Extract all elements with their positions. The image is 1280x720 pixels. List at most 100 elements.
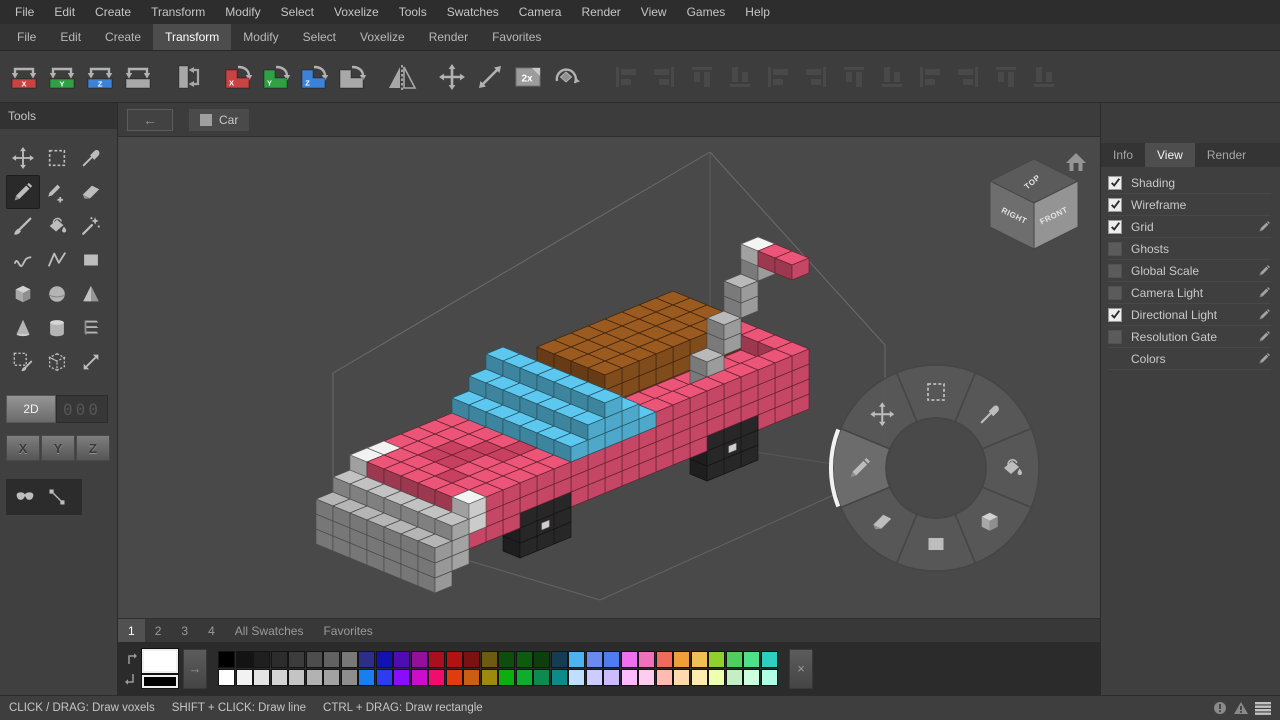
nav-cube[interactable]: TOPRIGHTFRONT [990, 159, 1078, 249]
tool-resize[interactable] [74, 345, 108, 379]
swatch-cell[interactable] [376, 669, 393, 686]
swatch-cell[interactable] [376, 651, 393, 668]
swatch-cell[interactable] [446, 651, 463, 668]
axis-y-button[interactable]: Y [41, 435, 75, 461]
swatch-cell[interactable] [726, 669, 743, 686]
camera-light-checkbox[interactable] [1108, 286, 1122, 300]
mirror-free-button[interactable] [119, 59, 157, 95]
swatch-cell[interactable] [481, 651, 498, 668]
submenu-create[interactable]: Create [93, 24, 153, 50]
submenu-select[interactable]: Select [291, 24, 348, 50]
menu-file[interactable]: File [5, 0, 44, 24]
menu-help[interactable]: Help [735, 0, 780, 24]
remove-swatch-button[interactable]: × [789, 649, 813, 689]
offset-button[interactable] [471, 59, 509, 95]
swatch-cell[interactable] [551, 669, 568, 686]
tool-box[interactable] [6, 277, 40, 311]
swatch-cell[interactable] [271, 669, 288, 686]
axis-z-button[interactable]: Z [76, 435, 110, 461]
menu-swatches[interactable]: Swatches [437, 0, 509, 24]
submenu-modify[interactable]: Modify [231, 24, 290, 50]
global-scale-checkbox[interactable] [1108, 264, 1122, 278]
shading-checkbox[interactable] [1108, 176, 1122, 190]
swatch-cell[interactable] [586, 651, 603, 668]
flip-button[interactable] [169, 59, 207, 95]
swatch-cell[interactable] [288, 651, 305, 668]
tool-cone[interactable] [6, 311, 40, 345]
swatch-cell[interactable] [218, 651, 235, 668]
log-icon[interactable] [1255, 702, 1271, 715]
swatch-cell[interactable] [533, 669, 550, 686]
swatch-cell[interactable] [568, 669, 585, 686]
rotate-y-button[interactable]: Y [257, 59, 295, 95]
swatch-tab-2[interactable]: 2 [145, 619, 172, 643]
ghosts-checkbox[interactable] [1108, 242, 1122, 256]
home-view-icon[interactable] [1066, 153, 1086, 171]
swatch-cell[interactable] [236, 669, 253, 686]
scale-2x-button[interactable]: 2x [509, 59, 547, 95]
swatch-cell[interactable] [218, 669, 235, 686]
edit-pencil-icon[interactable] [1258, 308, 1271, 321]
swatch-cell[interactable] [253, 669, 270, 686]
mode-2d-button[interactable]: 2D [6, 395, 56, 423]
swatch-cell[interactable] [673, 669, 690, 686]
foreground-color-swatch[interactable] [142, 649, 178, 673]
swatch-tab-1[interactable]: 1 [118, 619, 145, 643]
swatch-cell[interactable] [568, 651, 585, 668]
menu-modify[interactable]: Modify [215, 0, 270, 24]
document-tab-car[interactable]: Car [189, 109, 249, 131]
axis-x-button[interactable]: X [6, 435, 40, 461]
swatch-cell[interactable] [691, 669, 708, 686]
swatch-cell[interactable] [271, 651, 288, 668]
swatch-cell[interactable] [428, 669, 445, 686]
swatch-cell[interactable] [656, 651, 673, 668]
tool-select[interactable] [40, 141, 74, 175]
voxel-scene[interactable]: TOPRIGHTFRONT [118, 137, 1100, 618]
menu-select[interactable]: Select [271, 0, 324, 24]
swatch-tab-all-swatches[interactable]: All Swatches [225, 619, 314, 643]
resolution-gate-checkbox[interactable] [1108, 330, 1122, 344]
menu-tools[interactable]: Tools [389, 0, 437, 24]
swatch-cell[interactable] [761, 669, 778, 686]
menu-voxelize[interactable]: Voxelize [324, 0, 389, 24]
tab-info[interactable]: Info [1101, 143, 1145, 167]
swatch-cell[interactable] [726, 651, 743, 668]
swatch-cell[interactable] [463, 669, 480, 686]
tool-cylinder[interactable] [40, 311, 74, 345]
swatch-cell[interactable] [691, 651, 708, 668]
tool-freehand[interactable] [6, 243, 40, 277]
swatch-cell[interactable] [761, 651, 778, 668]
swatch-cell[interactable] [516, 651, 533, 668]
submenu-favorites[interactable]: Favorites [480, 24, 553, 50]
rotate-view-button[interactable] [547, 59, 585, 95]
swatch-cell[interactable] [463, 651, 480, 668]
menu-games[interactable]: Games [677, 0, 736, 24]
viewport-canvas[interactable]: TOPRIGHTFRONT [118, 137, 1100, 618]
swatch-cell[interactable] [551, 651, 568, 668]
submenu-render[interactable]: Render [417, 24, 480, 50]
swatch-cell[interactable] [306, 651, 323, 668]
apply-color-button[interactable]: → [183, 649, 207, 689]
swatch-cell[interactable] [603, 669, 620, 686]
mask-icon[interactable] [13, 487, 37, 507]
swatch-cell[interactable] [621, 651, 638, 668]
edit-pencil-icon[interactable] [1258, 220, 1271, 233]
edit-pencil-icon[interactable] [1258, 286, 1271, 299]
swatch-cell[interactable] [533, 651, 550, 668]
swatch-cell[interactable] [393, 651, 410, 668]
swatch-cell[interactable] [411, 651, 428, 668]
submenu-file[interactable]: File [5, 24, 48, 50]
warning-icon[interactable] [1233, 701, 1249, 715]
swatch-cell[interactable] [411, 669, 428, 686]
directional-light-checkbox[interactable] [1108, 308, 1122, 322]
radial-tool-menu[interactable] [831, 365, 1039, 571]
submenu-voxelize[interactable]: Voxelize [348, 24, 417, 50]
swatch-tab-3[interactable]: 3 [171, 619, 198, 643]
edit-pencil-icon[interactable] [1258, 352, 1271, 365]
mirror-x-button[interactable]: X [5, 59, 43, 95]
tab-view[interactable]: View [1145, 143, 1195, 167]
wireframe-checkbox[interactable] [1108, 198, 1122, 212]
menu-edit[interactable]: Edit [44, 0, 85, 24]
tool-magic-wand[interactable] [74, 209, 108, 243]
swap-colors-icon[interactable] [125, 652, 137, 686]
